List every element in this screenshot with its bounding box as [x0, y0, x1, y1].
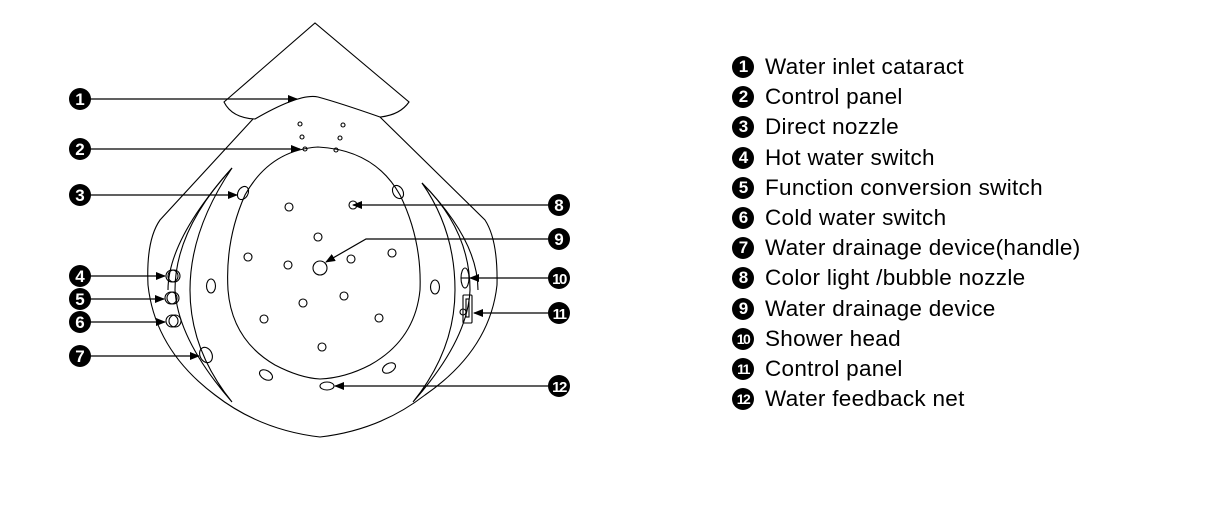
legend-label: Control panel [765, 355, 903, 381]
legend-label: Water drainage device(handle) [765, 235, 1081, 261]
callout-badge-1: 1 [69, 88, 91, 110]
svg-text:2: 2 [75, 140, 84, 159]
number-badge: 12 [732, 388, 754, 411]
bathtub-diagram: 1 2 3 4 5 6 7 8 9 10 11 12 [69, 22, 570, 438]
legend-item-6: 6 Cold water switch [732, 203, 1081, 233]
legend-item-11: 11 Control panel [732, 354, 1081, 384]
callout-badge-8: 8 [548, 194, 570, 216]
legend: 1 Water inlet cataract 2 Control panel 3 Di… [732, 52, 1081, 414]
number-badge: 2 [732, 86, 754, 109]
svg-text:7: 7 [75, 347, 84, 366]
callout-badge-4: 4 [69, 265, 91, 287]
svg-text:12: 12 [552, 379, 567, 396]
legend-item-1: 1 Water inlet cataract [732, 52, 1081, 82]
number-badge: 4 [732, 146, 754, 169]
legend-item-10: 10 Shower head [732, 324, 1081, 354]
number-badge: 8 [732, 267, 754, 290]
svg-text:5: 5 [75, 290, 84, 309]
number-badge: 3 [732, 116, 754, 139]
number-badge: 1 [732, 56, 754, 79]
legend-label: Water inlet cataract [765, 54, 964, 80]
callout-badge-5: 5 [69, 288, 91, 310]
callout-badge-7: 7 [69, 345, 91, 367]
callout-badge-11: 11 [548, 302, 570, 324]
deck-triangle [223, 22, 410, 120]
callout-badge-3: 3 [69, 184, 91, 206]
legend-item-3: 3 Direct nozzle [732, 112, 1081, 142]
legend-item-4: 4 Hot water switch [732, 143, 1081, 173]
legend-label: Control panel [765, 84, 903, 110]
number-badge: 6 [732, 207, 754, 230]
main-drain [312, 260, 328, 276]
legend-item-7: 7 Water drainage device(handle) [732, 233, 1081, 263]
tub-basin [227, 146, 421, 380]
right-armrest [412, 182, 471, 403]
svg-text:8: 8 [554, 196, 563, 215]
callout-badge-9: 9 [548, 228, 570, 250]
legend-label: Cold water switch [765, 205, 947, 231]
legend-item-9: 9 Water drainage device [732, 294, 1081, 324]
number-badge: 5 [732, 176, 754, 199]
callout-badge-10: 10 [548, 267, 570, 289]
legend-label: Function conversion switch [765, 174, 1043, 200]
svg-text:6: 6 [75, 313, 84, 332]
number-badge: 9 [732, 297, 754, 320]
legend-item-12: 12 Water feedback net [732, 384, 1081, 414]
svg-text:9: 9 [554, 230, 563, 249]
number-badge: 10 [732, 327, 754, 350]
legend-item-8: 8 Color light /bubble nozzle [732, 263, 1081, 293]
svg-text:10: 10 [552, 271, 567, 288]
legend-label: Shower head [765, 325, 901, 351]
legend-label: Direct nozzle [765, 114, 899, 140]
legend-label: Water feedback net [765, 386, 965, 412]
callout-badge-12: 12 [548, 375, 570, 397]
svg-text:11: 11 [553, 306, 567, 323]
svg-text:3: 3 [75, 186, 84, 205]
svg-text:4: 4 [75, 267, 85, 286]
callout-line-9 [325, 238, 548, 263]
legend-item-2: 2 Control panel [732, 82, 1081, 112]
callout-badge-2: 2 [69, 138, 91, 160]
legend-label: Water drainage device [765, 295, 996, 321]
legend-label: Color light /bubble nozzle [765, 265, 1026, 291]
number-badge: 7 [732, 237, 754, 260]
callout-badge-6: 6 [69, 311, 91, 333]
legend-label: Hot water switch [765, 144, 935, 170]
svg-text:1: 1 [75, 90, 84, 109]
legend-item-5: 5 Function conversion switch [732, 173, 1081, 203]
number-badge: 11 [732, 357, 754, 380]
